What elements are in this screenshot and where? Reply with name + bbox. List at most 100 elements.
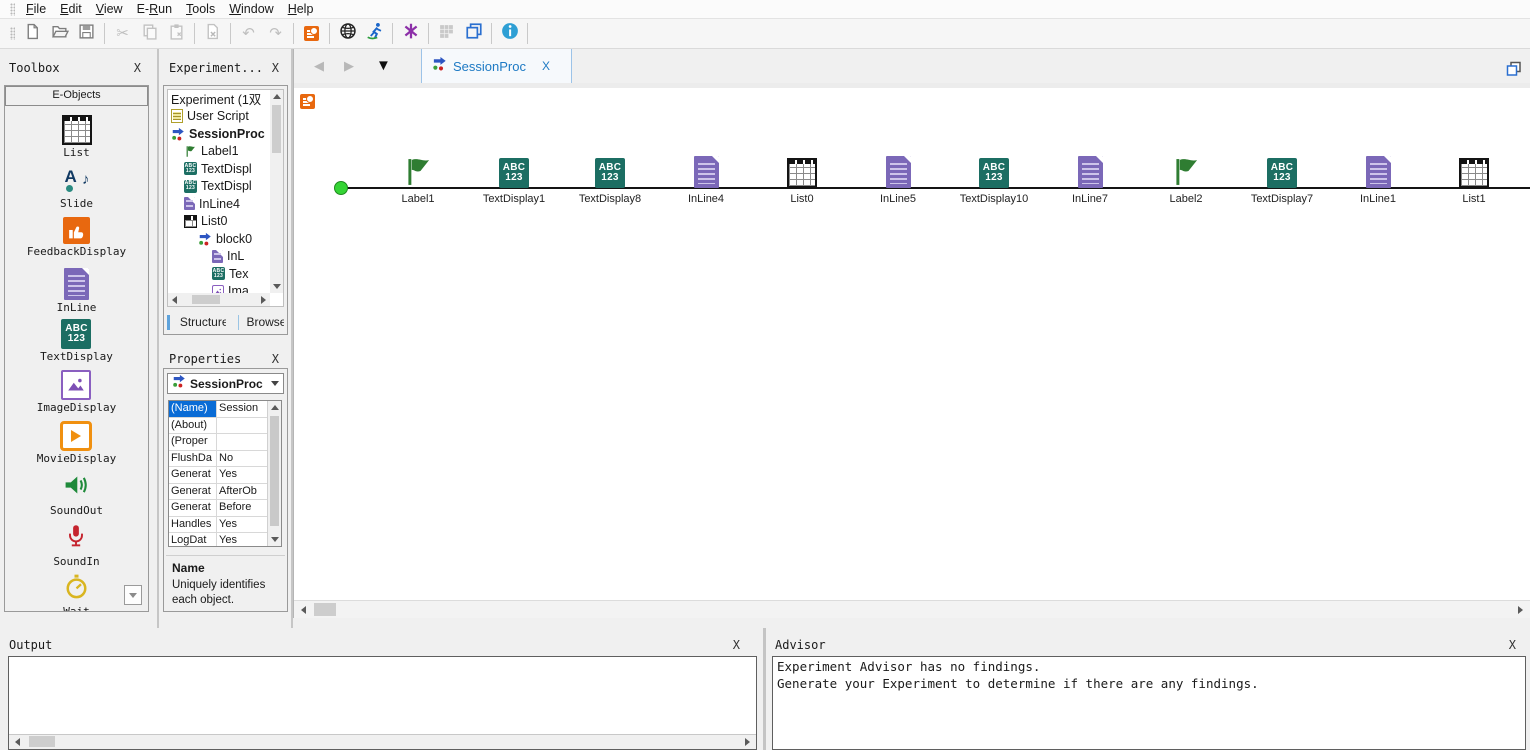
scrollbar-thumb[interactable] [29, 736, 55, 747]
toolbox-item-inline[interactable]: InLine [57, 268, 97, 319]
tree-vertical-scrollbar[interactable] [270, 90, 283, 293]
timeline-start-dot[interactable] [334, 181, 348, 195]
redo-button[interactable]: ↷ [263, 21, 288, 46]
timeline-object-textdisplay10[interactable]: ABC123TextDisplay10 [946, 148, 1042, 205]
toolbox-item-moviedisplay[interactable]: MovieDisplay [37, 421, 116, 472]
timeline-object-label2[interactable]: Label2 [1138, 148, 1234, 205]
toolbox-item-textdisplay[interactable]: ABC123 TextDisplay [40, 319, 113, 370]
menu-e-run[interactable]: E-Run [130, 1, 179, 17]
timeline-object-list0[interactable]: List0 [754, 148, 850, 205]
package-button[interactable] [434, 21, 459, 46]
timeline-object-inline1[interactable]: InLine1 [1330, 148, 1426, 205]
toolbox-item-imagedisplay[interactable]: ImageDisplay [37, 370, 116, 421]
explorer-close-button[interactable]: X [272, 61, 279, 75]
toolbox-item-wait[interactable]: Wait [63, 574, 90, 611]
property-row[interactable]: GeneratBefore [169, 500, 281, 517]
tree-item-textdisplay[interactable]: ABC123Tex [168, 265, 283, 283]
tree-item-label1[interactable]: Label1 [168, 143, 283, 161]
tree-horizontal-scrollbar[interactable] [168, 293, 270, 306]
window-restore-icon[interactable] [1506, 61, 1522, 77]
timeline-object-label1[interactable]: Label1 [370, 148, 466, 205]
scrollbar-thumb[interactable] [270, 416, 279, 526]
property-row[interactable]: (Name)Session [169, 401, 281, 418]
timeline-object-inline5[interactable]: InLine5 [850, 148, 946, 205]
property-row[interactable]: (Proper [169, 434, 281, 451]
property-row[interactable]: HandlesYes [169, 517, 281, 534]
grid-vertical-scrollbar[interactable] [267, 401, 281, 546]
save-button[interactable] [74, 21, 99, 46]
menu-view[interactable]: View [89, 1, 130, 17]
tree-item-list0[interactable]: List0 [168, 213, 283, 231]
property-row[interactable]: GeneratAfterOb [169, 484, 281, 501]
cut-button[interactable]: ✂ [110, 21, 135, 46]
procedure-canvas[interactable]: Label1 ABC123TextDisplay1 ABC123TextDisp… [294, 88, 1530, 618]
timeline-object-list1[interactable]: List1 [1426, 148, 1522, 205]
toolbox-item-soundout[interactable]: SoundOut [50, 472, 103, 523]
toolbox-close-button[interactable]: X [134, 61, 141, 75]
timeline-object-textdisplay8[interactable]: ABC123TextDisplay8 [562, 148, 658, 205]
toolbox-item-slide[interactable]: A♪ Slide [60, 166, 93, 217]
timeline-object-textdisplay1[interactable]: ABC123TextDisplay1 [466, 148, 562, 205]
cut-icon: ✂ [116, 26, 129, 41]
output-content[interactable] [8, 656, 757, 750]
e-objects-header[interactable]: E-Objects [5, 86, 148, 106]
timeline-object-textdisplay7[interactable]: ABC123TextDisplay7 [1234, 148, 1330, 205]
generate-button[interactable] [299, 21, 324, 46]
tree-item-inline[interactable]: InL [168, 248, 283, 266]
tree-item-textdisplay[interactable]: ABC123TextDispl [168, 178, 283, 196]
object-selector-dropdown[interactable]: SessionProc [167, 373, 284, 394]
tab-close-button[interactable]: X [542, 59, 550, 73]
tab-scroll-right-button[interactable]: ▶ [344, 58, 354, 74]
scrollbar-thumb[interactable] [192, 295, 220, 304]
property-row[interactable]: GeneratYes [169, 467, 281, 484]
paste-button[interactable] [164, 21, 189, 46]
property-description: Name Uniquely identifies each object. [166, 555, 285, 609]
toolbox-item-list[interactable]: List [62, 115, 92, 166]
tree-item-inline4[interactable]: InLine4 [168, 195, 283, 213]
menubar-grip [10, 3, 15, 16]
property-row[interactable]: FlushDaNo [169, 451, 281, 468]
run-button[interactable] [362, 21, 387, 46]
about-button[interactable] [497, 21, 522, 46]
delete-button[interactable] [200, 21, 225, 46]
menu-tools[interactable]: Tools [179, 1, 222, 17]
copy-button[interactable] [137, 21, 162, 46]
tab-browse[interactable]: Browse [246, 315, 284, 329]
windows-button[interactable] [461, 21, 486, 46]
tree-item-block0[interactable]: block0 [168, 230, 283, 248]
menu-edit[interactable]: Edit [53, 1, 89, 17]
toolbox-item-feedbackdisplay[interactable]: FeedbackDisplay [27, 217, 126, 268]
splitter[interactable] [157, 49, 159, 628]
timeline-object-inline4[interactable]: InLine4 [658, 148, 754, 205]
menu-window[interactable]: Window [222, 1, 280, 17]
scrollbar-thumb[interactable] [272, 105, 281, 153]
tab-list-dropdown-button[interactable]: ▼ [376, 57, 391, 74]
canvas-horizontal-scrollbar[interactable] [294, 600, 1530, 618]
tree-item-user-script[interactable]: User Script [168, 108, 283, 126]
advisor-close-button[interactable]: X [1509, 638, 1516, 652]
property-row[interactable]: LogDatYes [169, 533, 281, 547]
output-close-button[interactable]: X [733, 638, 740, 652]
toolbox-scroll-down-button[interactable] [124, 585, 142, 605]
scrollbar-thumb[interactable] [314, 603, 336, 616]
advisor-content[interactable]: Experiment Advisor has no findings. Gene… [772, 656, 1526, 750]
output-horizontal-scrollbar[interactable] [9, 734, 756, 749]
timeline-object-inline7[interactable]: InLine7 [1042, 148, 1138, 205]
menu-file[interactable]: File [19, 1, 53, 17]
new-file-button[interactable] [20, 21, 45, 46]
property-row[interactable]: (About) [169, 418, 281, 435]
toolbox-item-soundin[interactable]: SoundIn [53, 523, 99, 574]
menu-help[interactable]: Help [281, 1, 321, 17]
tree-item-textdisplay[interactable]: ABC123TextDispl [168, 160, 283, 178]
undo-button[interactable]: ↶ [236, 21, 261, 46]
tab-structure[interactable]: Structure [180, 315, 226, 329]
tab-sessionproc[interactable]: SessionProc X [421, 49, 572, 83]
tree-item-sessionproc[interactable]: SessionProc [168, 125, 283, 143]
debug-button[interactable] [398, 21, 423, 46]
tab-scroll-left-button[interactable]: ◀ [314, 58, 324, 74]
tree-item-experiment[interactable]: Experiment (1双 [168, 90, 283, 108]
properties-close-button[interactable]: X [272, 352, 279, 366]
toolbar-separator [428, 23, 429, 44]
open-file-button[interactable] [47, 21, 72, 46]
web-button[interactable] [335, 21, 360, 46]
